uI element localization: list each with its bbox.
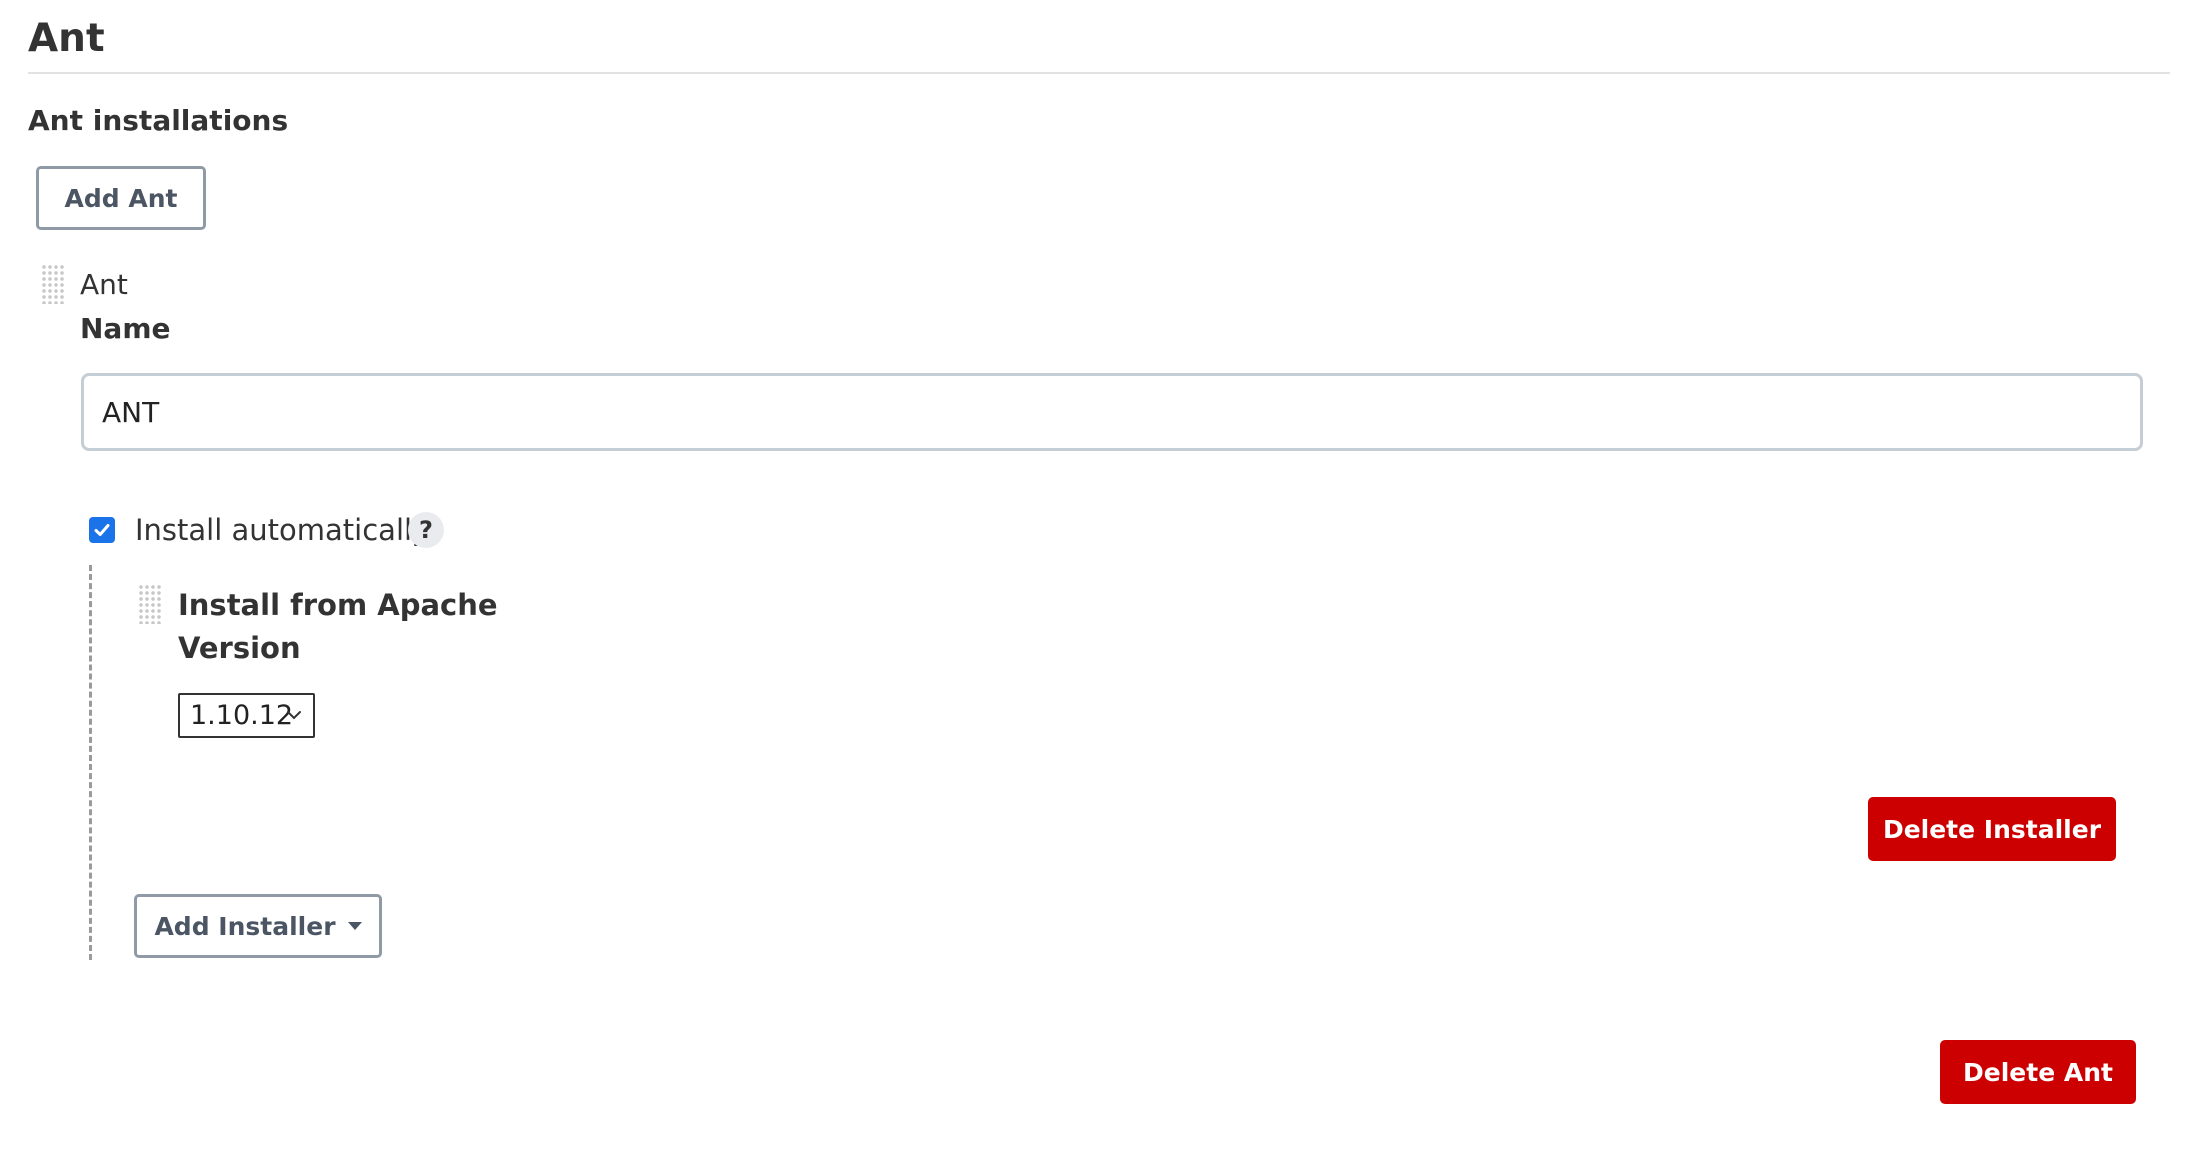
ant-item-header: Ant [80,268,128,301]
name-input[interactable] [81,373,2143,451]
version-selected-value: 1.10.12 [190,700,294,731]
add-installer-label: Add Installer [154,911,336,941]
name-label: Name [80,312,171,345]
drag-handle-icon[interactable] [41,264,65,304]
section-title: Ant [28,16,105,61]
add-ant-button[interactable]: Add Ant [36,166,206,230]
ant-installations-label: Ant installations [28,104,289,137]
add-installer-button[interactable]: Add Installer [134,894,382,958]
version-label: Version [178,631,301,665]
version-select[interactable]: 1.10.12 [178,693,315,738]
help-icon[interactable]: ? [408,512,444,548]
delete-installer-button[interactable]: Delete Installer [1868,797,2116,861]
caret-down-icon [347,922,362,930]
section-divider [28,72,2170,74]
checkmark-icon [94,524,110,536]
install-automatically-label[interactable]: Install automatically [135,513,429,547]
delete-ant-button[interactable]: Delete Ant [1940,1040,2136,1104]
installer-title: Install from Apache [178,588,498,622]
installer-block-border [89,565,92,960]
chevron-down-icon [287,711,301,720]
drag-handle-icon[interactable] [138,584,162,624]
install-automatically-checkbox[interactable] [89,517,115,543]
